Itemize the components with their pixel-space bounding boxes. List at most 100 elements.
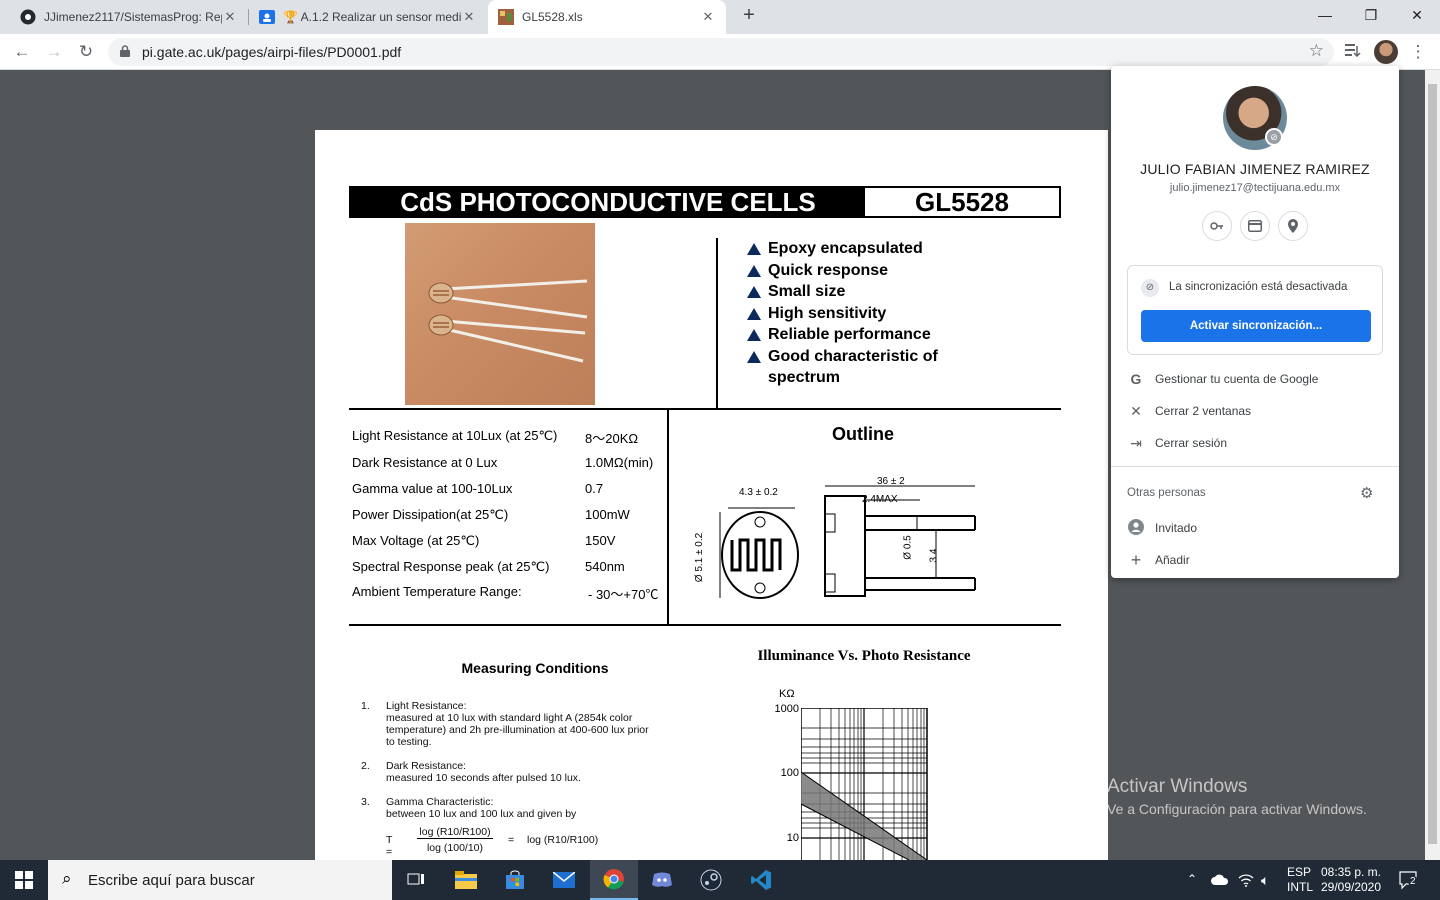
language-code: ESP	[1287, 865, 1312, 879]
search-icon: ⌕	[62, 869, 72, 888]
location-pin-icon[interactable]	[1278, 211, 1308, 241]
gear-icon[interactable]: ⚙	[1360, 484, 1373, 502]
store-icon[interactable]	[491, 860, 539, 900]
triangle-bullet-icon	[747, 264, 761, 277]
chart-title: Illuminance Vs. Photo Resistance	[757, 648, 971, 664]
file-explorer-icon[interactable]	[442, 860, 490, 900]
manage-account-item[interactable]: G Gestionar tu cuenta de Google	[1111, 365, 1399, 393]
vscode-icon[interactable]	[737, 860, 785, 900]
y-tick-label: 100	[780, 767, 799, 779]
spec-row: Max Voltage (at 25℃) 150V	[352, 533, 664, 553]
spec-value: 1.0MΩ(min)	[585, 455, 654, 470]
add-person-item[interactable]: + Añadir	[1111, 546, 1399, 574]
enable-sync-button[interactable]: Activar sincronización...	[1141, 310, 1371, 342]
cloud-icon[interactable]	[1211, 873, 1229, 900]
spec-row: Light Resistance at 10Lux (at 25℃) 8～20KΩ	[352, 428, 664, 448]
maximize-button[interactable]: ❐	[1348, 0, 1394, 30]
guest-item[interactable]: Invitado	[1111, 514, 1399, 542]
datasheet-title-bar: CdS PHOTOCONDUCTIVE CELLS GL5528	[349, 186, 1061, 218]
y-tick-label: 1000	[774, 703, 799, 715]
triangle-bullet-icon	[747, 307, 761, 320]
tab-github[interactable]: JJimenez2117/SistemasProg: Rep ✕	[10, 0, 248, 34]
item-number: 3.	[361, 796, 370, 808]
chrome-icon[interactable]	[590, 860, 638, 900]
task-view-icon[interactable]	[392, 860, 440, 900]
close-windows-item[interactable]: ✕ Cerrar 2 ventanas	[1111, 397, 1399, 425]
feature-item: Small size	[747, 281, 987, 303]
minimize-button[interactable]: —	[1302, 0, 1348, 30]
part-number: GL5528	[915, 187, 1009, 217]
profile-name: JULIO FABIAN JIMENEZ RAMIREZ	[1140, 161, 1370, 177]
passwords-key-icon[interactable]	[1202, 211, 1232, 241]
tab-close-icon[interactable]: ✕	[700, 9, 716, 25]
feature-item: Good characteristic of spectrum	[747, 346, 987, 389]
divider	[1111, 466, 1399, 467]
spec-label: Ambient Temperature Range:	[352, 584, 522, 599]
clock-date: 29/09/2020	[1320, 880, 1382, 894]
triangle-bullet-icon	[747, 329, 761, 341]
reading-list-icon[interactable]	[1340, 39, 1366, 65]
forward-arrow-icon[interactable]: →	[41, 39, 67, 65]
steam-icon[interactable]	[687, 860, 735, 900]
windows-taskbar: ⌕ Escribe aquí para buscar ⌃ 🔈︎ ESP INTL…	[0, 860, 1440, 900]
keyboard-layout: INTL	[1287, 880, 1314, 894]
browser-toolbar: ← → ↻ pi.gate.ac.uk/pages/airpi-files/PD…	[0, 34, 1440, 70]
spec-label: Power Dissipation(at 25℃)	[352, 507, 509, 522]
spec-label: Light Resistance at 10Lux (at 25℃)	[352, 428, 558, 443]
discord-icon[interactable]	[638, 860, 686, 900]
menu-item-label: Añadir	[1155, 553, 1190, 567]
tab-close-icon[interactable]: ✕	[461, 9, 477, 25]
spec-label: Dark Resistance at 0 Lux	[352, 455, 498, 470]
dim-label: Ø 5.1 ± 0.2	[694, 532, 706, 583]
close-window-button[interactable]: ✕	[1394, 0, 1440, 30]
guest-icon	[1127, 519, 1145, 537]
tab-gl5528[interactable]: GL5528.xls ✕	[488, 0, 726, 34]
menu-item-label: Invitado	[1155, 521, 1198, 535]
url-text: pi.gate.ac.uk/pages/airpi-files/PD0001.p…	[142, 44, 402, 60]
tab-classroom[interactable]: 🏆 A.1.2 Realizar un sensor medi ✕	[249, 0, 487, 34]
bookmark-star-icon[interactable]: ☆	[1309, 41, 1324, 61]
mail-icon[interactable]	[540, 860, 588, 900]
pdf-scrollbar[interactable]	[1425, 70, 1440, 860]
sign-out-item[interactable]: ⇥ Cerrar sesión	[1111, 429, 1399, 457]
windows-logo-icon	[15, 871, 33, 889]
volume-icon[interactable]: 🔈︎	[1261, 872, 1269, 900]
chart-unit: KΩ	[779, 688, 795, 700]
dim-label: Ø 0.5	[902, 535, 914, 560]
notification-count: 2	[1408, 876, 1418, 887]
spec-label: Gamma value at 100-10Lux	[352, 481, 513, 496]
pdf-thumb-icon	[498, 9, 514, 25]
sync-status: La sincronización está desactivada	[1169, 281, 1348, 293]
reload-icon[interactable]: ↻	[73, 39, 99, 65]
menu-dots-icon[interactable]: ⋮	[1405, 39, 1431, 65]
tab-close-icon[interactable]: ✕	[222, 9, 238, 25]
show-hidden-icons-icon[interactable]: ⌃	[1187, 872, 1197, 900]
activation-watermark-title: Activar Windows	[1107, 776, 1248, 797]
features-list: Epoxy encapsulated Quick response Small …	[747, 238, 987, 389]
item-body: Gamma Characteristic: between 10 lux and…	[386, 796, 577, 820]
menu-item-label: Cerrar 2 ventanas	[1155, 404, 1252, 418]
dim-label: 4.3 ± 0.2	[739, 487, 778, 498]
start-button[interactable]	[0, 860, 48, 900]
payment-card-icon[interactable]	[1240, 211, 1270, 241]
sync-off-badge-icon: ⊘	[1265, 128, 1283, 146]
new-tab-button[interactable]: +	[738, 4, 760, 30]
divider	[349, 624, 1061, 626]
clock[interactable]: 08:35 p. m. 29/09/2020	[1316, 865, 1386, 900]
item-body: Light Resistance: measured at 10 lux wit…	[386, 700, 649, 748]
menu-item-label: Gestionar tu cuenta de Google	[1155, 372, 1319, 386]
taskbar-search[interactable]: ⌕ Escribe aquí para buscar	[48, 860, 392, 900]
profile-avatar-button[interactable]	[1374, 40, 1398, 64]
spec-value: 8～20KΩ	[585, 431, 639, 446]
item-number: 1.	[361, 700, 370, 712]
dim-label: 3.4	[928, 548, 940, 563]
back-arrow-icon[interactable]: ←	[9, 39, 35, 65]
language-indicator[interactable]: ESP INTL	[1287, 865, 1313, 900]
scrollbar-thumb[interactable]	[1428, 84, 1437, 844]
divider	[716, 238, 718, 408]
address-bar[interactable]: pi.gate.ac.uk/pages/airpi-files/PD0001.p…	[108, 38, 1334, 66]
notifications-icon[interactable]: 2	[1398, 870, 1418, 900]
google-icon: G	[1130, 371, 1142, 387]
wifi-icon[interactable]	[1238, 873, 1254, 900]
spec-row: Gamma value at 100-10Lux 0.7	[352, 481, 664, 501]
